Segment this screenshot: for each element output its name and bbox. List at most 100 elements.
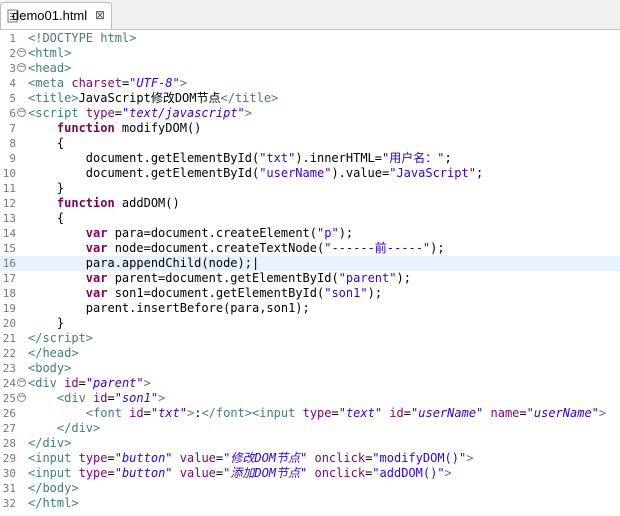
code-text: var parent=document.getElementById("pare…	[85, 271, 411, 285]
code-line[interactable]: 4 <meta charset="UTF-8">	[0, 76, 620, 91]
line-number: 14	[2, 227, 16, 240]
line-number: 25	[2, 392, 16, 405]
line-number: 20	[2, 317, 16, 330]
code-text: function modifyDOM()	[56, 121, 202, 135]
code-line[interactable]: 12 function addDOM()	[0, 196, 620, 211]
code-line[interactable]: 13 {	[0, 211, 620, 226]
line-number: 24	[2, 377, 16, 390]
code-text: <div id="parent">	[28, 376, 151, 390]
line-number: 7	[9, 122, 16, 135]
code-text: {	[28, 136, 65, 150]
code-text: <body>	[28, 361, 72, 375]
code-lines: 1 <!DOCTYPE html> 2− <html> 3− <head> 4 <meta c…	[0, 31, 620, 511]
code-line[interactable]: 6− <script type="text/javascript">	[0, 106, 620, 121]
line-number: 18	[2, 287, 16, 300]
fold-toggle-icon[interactable]: −	[17, 48, 26, 57]
code-text: </head>	[28, 346, 79, 360]
code-text: <head>	[28, 61, 72, 75]
line-number: 15	[2, 242, 16, 255]
code-line[interactable]: 7 function modifyDOM()	[0, 121, 620, 136]
code-text: <html>	[28, 46, 72, 60]
code-line[interactable]: 15 var node=document.createTextNode("---…	[0, 241, 620, 256]
code-line[interactable]: 20 }	[0, 316, 620, 331]
code-text: var node=document.createTextNode("------…	[85, 241, 445, 255]
tab-demo01-html[interactable]: demo01.html ⊠	[0, 2, 112, 29]
code-line[interactable]: 30 <input type="button" value="添加DOM节点" o…	[0, 466, 620, 481]
code-line[interactable]: 11 }	[0, 181, 620, 196]
code-line[interactable]: 22 </head>	[0, 346, 620, 361]
code-text: <meta charset="UTF-8">	[28, 76, 187, 90]
line-number: 26	[2, 407, 16, 420]
code-text: }	[28, 181, 65, 195]
code-line[interactable]: 26 <font id="txt">:</font><input type="t…	[0, 406, 620, 421]
code-line[interactable]: 25− <div id="son1">	[0, 391, 620, 406]
code-text: para.appendChild(node);|	[28, 256, 260, 270]
fold-toggle-icon[interactable]: −	[17, 393, 26, 402]
fold-toggle-icon[interactable]: −	[17, 378, 26, 387]
line-number: 5	[9, 92, 16, 105]
line-number: 32	[2, 497, 16, 510]
code-text: <!DOCTYPE html>	[28, 31, 137, 45]
line-number: 11	[2, 182, 16, 195]
code-line[interactable]: 17 var parent=document.getElementById("p…	[0, 271, 620, 286]
line-number: 8	[9, 137, 16, 150]
code-line[interactable]: 27 </div>	[0, 421, 620, 436]
code-line[interactable]: 1 <!DOCTYPE html>	[0, 31, 620, 46]
line-number: 3	[9, 62, 16, 75]
code-text: var para=document.createElement("p");	[85, 226, 354, 240]
code-line[interactable]: 9 document.getElementById("txt").innerHT…	[0, 151, 620, 166]
editor-tab-bar: demo01.html ⊠	[0, 0, 620, 30]
code-text: </body>	[28, 481, 79, 495]
line-number: 31	[2, 482, 16, 495]
line-number: 17	[2, 272, 16, 285]
code-text: document.getElementById("txt").innerHTML…	[28, 151, 452, 165]
line-number: 2	[9, 47, 16, 60]
code-line[interactable]: 23 <body>	[0, 361, 620, 376]
code-line[interactable]: 32 </html>	[0, 496, 620, 511]
code-text: }	[28, 316, 65, 330]
code-line[interactable]: 16 para.appendChild(node);|	[0, 256, 620, 271]
line-number: 21	[2, 332, 16, 345]
line-number: 12	[2, 197, 16, 210]
line-number: 6	[9, 107, 16, 120]
code-line[interactable]: 29 <input type="button" value="修改DOM节点" o…	[0, 451, 620, 466]
code-text: document.getElementById("userName").valu…	[28, 166, 484, 180]
line-number: 27	[2, 422, 16, 435]
code-text: {	[28, 211, 65, 225]
code-editor[interactable]: 1 <!DOCTYPE html> 2− <html> 3− <head> 4 <meta c…	[0, 30, 620, 516]
code-text: </html>	[28, 496, 79, 510]
code-line[interactable]: 14 var para=document.createElement("p");	[0, 226, 620, 241]
fold-toggle-icon[interactable]: −	[17, 108, 26, 117]
code-line[interactable]: 31 </body>	[0, 481, 620, 496]
code-line[interactable]: 10 document.getElementById("userName").v…	[0, 166, 620, 181]
tab-title: demo01.html	[12, 8, 88, 23]
code-line[interactable]: 18 var son1=document.getElementById("son…	[0, 286, 620, 301]
line-number: 10	[2, 167, 16, 180]
line-number: 23	[2, 362, 16, 375]
code-text: <font id="txt">:</font><input type="text…	[85, 406, 607, 420]
code-line[interactable]: 3− <head>	[0, 61, 620, 76]
code-line[interactable]: 19 parent.insertBefore(para,son1);	[0, 301, 620, 316]
code-line[interactable]: 8 {	[0, 136, 620, 151]
code-line[interactable]: 2− <html>	[0, 46, 620, 61]
code-text: </div>	[28, 436, 72, 450]
line-number: 30	[2, 467, 16, 480]
code-line[interactable]: 24− <div id="parent">	[0, 376, 620, 391]
code-line[interactable]: 5 <title>JavaScript修改DOM节点</title>	[0, 91, 620, 106]
line-number: 28	[2, 437, 16, 450]
fold-toggle-icon[interactable]: −	[17, 63, 26, 72]
code-text: var son1=document.getElementById("son1")…	[85, 286, 383, 300]
code-line[interactable]: 28 </div>	[0, 436, 620, 451]
close-icon[interactable]: ⊠	[95, 8, 107, 22]
code-text: function addDOM()	[56, 196, 180, 210]
code-line[interactable]: 21 </script>	[0, 331, 620, 346]
line-number: 4	[9, 77, 16, 90]
line-number: 29	[2, 452, 16, 465]
code-text: </div>	[56, 421, 101, 435]
line-number: 1	[9, 32, 16, 45]
code-text: <div id="son1">	[56, 391, 166, 405]
code-text: parent.insertBefore(para,son1);	[28, 301, 310, 315]
line-number: 9	[9, 152, 16, 165]
code-text: </script>	[28, 331, 94, 345]
code-text: <script type="text/javascript">	[28, 106, 253, 120]
